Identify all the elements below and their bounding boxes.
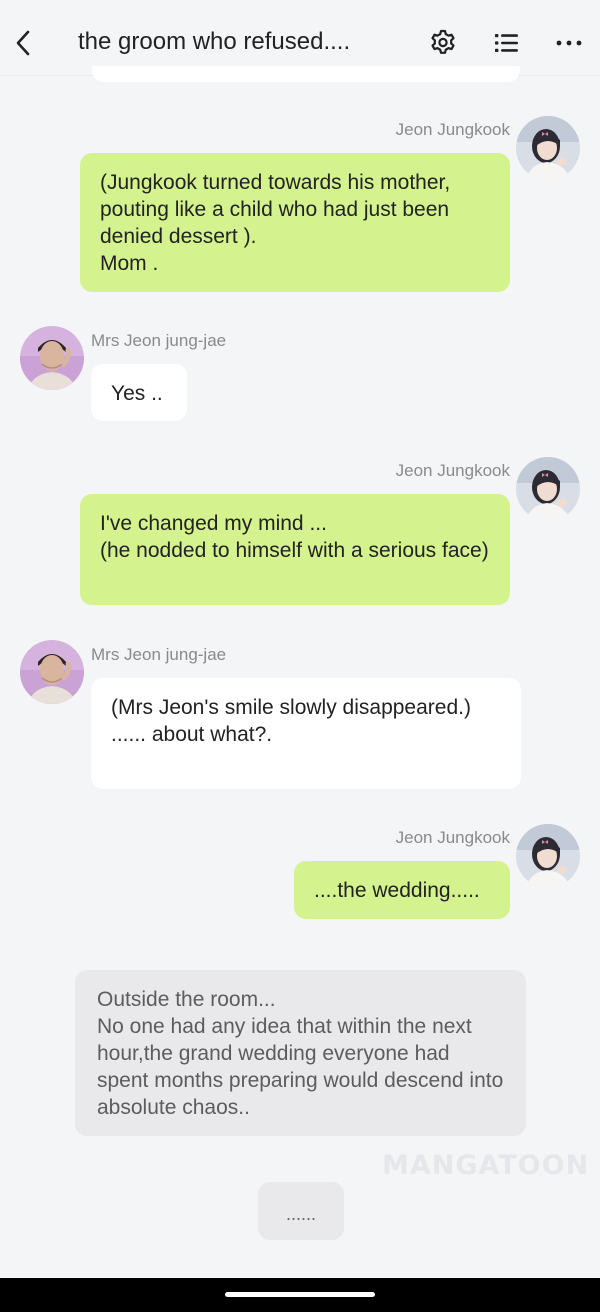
gear-icon[interactable] (428, 28, 458, 58)
mrs-jeon-avatar[interactable] (20, 640, 84, 704)
sender-name: Mrs Jeon jung-jae (91, 645, 227, 664)
jungkook-avatar[interactable] (516, 824, 580, 888)
continue-bubble[interactable]: ...... (258, 1182, 344, 1240)
list-icon[interactable] (492, 28, 522, 58)
message-bubble: Yes .. (91, 364, 187, 421)
mrs-jeon-avatar[interactable] (20, 326, 84, 390)
sender-name: Jeon Jungkook (395, 120, 510, 139)
sender-name: Mrs Jeon jung-jae (91, 331, 227, 350)
previous-message-bubble (92, 66, 520, 82)
message-bubble: I've changed my mind ... (he nodded to h… (80, 494, 510, 605)
top-bar: the groom who refused.... (0, 0, 600, 76)
more-icon[interactable] (554, 28, 584, 58)
jungkook-avatar[interactable] (516, 457, 580, 521)
message-bubble: (Mrs Jeon's smile slowly disappeared.) .… (91, 678, 521, 789)
jungkook-avatar[interactable] (516, 116, 580, 180)
watermark: MANGATOON (382, 1150, 590, 1181)
message-bubble: (Jungkook turned towards his mother, pou… (80, 153, 510, 292)
sender-name: Jeon Jungkook (395, 461, 510, 480)
system-nav-bar (0, 1278, 600, 1312)
sender-name: Jeon Jungkook (395, 828, 510, 847)
message-bubble: ....the wedding..... (294, 861, 510, 919)
narration-bubble: Outside the room... No one had any idea … (75, 970, 526, 1136)
story-title: the groom who refused.... (78, 28, 351, 55)
home-indicator[interactable] (225, 1292, 375, 1297)
chevron-left-icon[interactable] (12, 28, 36, 58)
